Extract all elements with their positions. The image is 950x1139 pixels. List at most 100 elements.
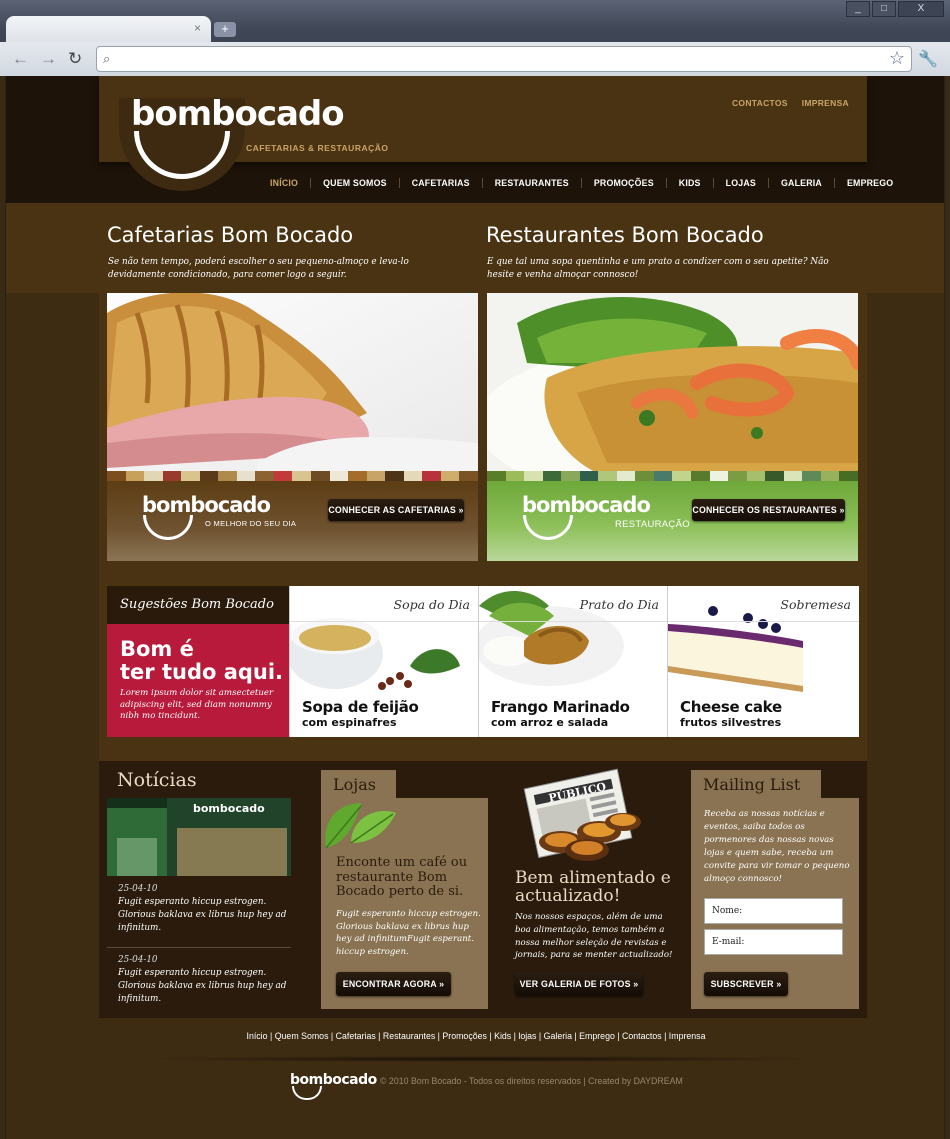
bookmark-star-icon[interactable]: ☆ xyxy=(889,48,905,69)
minimize-button[interactable]: _ xyxy=(846,1,870,17)
divider xyxy=(479,621,667,622)
news-item[interactable]: 25-04-10 Fugit esperanto hiccup estrogen… xyxy=(118,954,288,1006)
dish-name: Cheese cake xyxy=(680,698,782,716)
subscrever-button[interactable]: SUBSCREVER » xyxy=(704,972,788,996)
shrimp-rice-photo xyxy=(487,293,858,473)
dish-name: Sopa de feijão xyxy=(302,698,419,716)
cafetarias-text: Se não tem tempo, poderá escolher o seu … xyxy=(108,257,409,280)
news-title: Notícias xyxy=(117,769,197,791)
color-stripes xyxy=(107,471,478,481)
cafetarias-title: Cafetarias Bom Bocado xyxy=(107,223,354,247)
suggestions-strip: Sugestões Bom Bocado Bom é ter tudo aqui… xyxy=(107,586,859,737)
dish-card-sopa[interactable]: Sopa do Dia Sopa de feijão com espinafre… xyxy=(289,586,478,737)
news-text: Fugit esperanto hiccup estrogen. Gloriou… xyxy=(118,968,287,1004)
color-stripes xyxy=(487,471,858,481)
lojas-tab: Lojas xyxy=(321,770,396,800)
news-text: Fugit esperanto hiccup estrogen. Gloriou… xyxy=(118,897,287,933)
link-contactos[interactable]: CONTACTOS xyxy=(732,98,788,108)
news-photo[interactable]: bombocado xyxy=(107,798,291,876)
nav-inicio[interactable]: INÍCIO xyxy=(258,178,312,188)
conhecer-cafetarias-button[interactable]: CONHECER AS CAFETARIAS » xyxy=(328,499,464,521)
dish-category: Sobremesa xyxy=(780,597,851,612)
restaurantes-subtitle: RESTAURAÇÃO xyxy=(615,519,690,530)
encontrar-agora-button[interactable]: ENCONTRAR AGORA » xyxy=(336,972,451,996)
ver-galeria-button[interactable]: VER GALERIA DE FOTOS » xyxy=(515,972,643,996)
slogan: Bom é ter tudo aqui. xyxy=(120,638,283,684)
search-icon: ⌕ xyxy=(103,51,111,66)
cafetarias-promo: bombocado O MELHOR DO SEU DIA CONHECER A… xyxy=(107,293,478,561)
lojas-card: Enconte um café ou restaurante Bom Bocad… xyxy=(321,798,488,1009)
nav-lojas[interactable]: LOJAS xyxy=(714,178,769,188)
close-tab-icon[interactable]: × xyxy=(194,21,201,35)
browser-toolbar: ← → ↻ ⌕ ☆ 🔧 xyxy=(0,42,950,76)
intro-band: Cafetarias Bom Bocado Se não tem tempo, … xyxy=(6,203,944,293)
bottom-section: Notícias bombocado 25-04-10 Fugit espera… xyxy=(99,761,867,1018)
store-sign: bombocado xyxy=(193,802,265,815)
maximize-button[interactable]: □ xyxy=(872,1,896,17)
address-bar[interactable]: ⌕ ☆ xyxy=(96,46,912,72)
news-item[interactable]: 25-04-10 Fugit esperanto hiccup estrogen… xyxy=(118,883,288,935)
conhecer-restaurantes-button[interactable]: CONHECER OS RESTAURANTES » xyxy=(692,499,845,521)
back-icon[interactable]: ← xyxy=(12,49,29,69)
nav-restaurantes[interactable]: RESTAURANTES xyxy=(483,178,582,188)
croissant-photo xyxy=(107,293,478,473)
restaurantes-title: Restaurantes Bom Bocado xyxy=(486,223,764,247)
newspaper-pastries-icon: PÚBLICO xyxy=(523,768,641,861)
mailing-tab: Mailing List xyxy=(691,770,821,800)
link-imprensa[interactable]: IMPRENSA xyxy=(802,98,849,108)
news-date: 25-04-10 xyxy=(118,955,158,965)
news-date: 25-04-10 xyxy=(118,884,158,894)
forward-icon[interactable]: → xyxy=(40,49,57,69)
dish-subtitle: com arroz e salada xyxy=(491,716,609,729)
reload-icon[interactable]: ↻ xyxy=(68,49,82,69)
suggestions-heading: Sugestões Bom Bocado xyxy=(120,597,274,612)
dish-category: Sopa do Dia xyxy=(393,597,471,612)
footer-smile-icon xyxy=(292,1086,322,1100)
lojas-heading: Enconte um café ou restaurante Bom Bocad… xyxy=(336,855,468,899)
new-tab-button[interactable]: + xyxy=(214,22,236,37)
cafetarias-subtitle: O MELHOR DO SEU DIA xyxy=(205,519,297,528)
slogan-line-2: ter tudo aqui. xyxy=(120,660,284,684)
dish-card-prato[interactable]: Prato do Dia Frango Marinado com arroz e… xyxy=(478,586,667,737)
mailing-card: Receba as nossas notícias e eventos, sai… xyxy=(691,798,859,1009)
close-window-button[interactable]: X xyxy=(898,1,944,17)
email-field[interactable] xyxy=(704,929,843,955)
dish-category: Prato do Dia xyxy=(579,597,659,612)
cheesecake-photo xyxy=(668,606,803,692)
restaurantes-logo: bombocado xyxy=(522,493,651,517)
footer-nav[interactable]: Início | Quem Somos | Cafetarias | Resta… xyxy=(6,1031,944,1041)
dish-subtitle: frutos silvestres xyxy=(680,716,782,729)
dish-card-sobremesa[interactable]: Sobremesa Cheese cake frutos silvestres xyxy=(667,586,859,737)
magazine-heading: Bem alimentado e actualizado! xyxy=(515,868,671,906)
nav-galeria[interactable]: GALERIA xyxy=(769,178,835,188)
copyright: © 2010 Bom Bocado - Todos os direitos re… xyxy=(380,1076,683,1086)
window-controls: _ □ X xyxy=(846,1,944,17)
divider xyxy=(668,621,859,622)
restaurantes-promo: bombocado RESTAURAÇÃO CONHECER OS RESTAU… xyxy=(487,293,858,561)
dish-subtitle: com espinafres xyxy=(302,716,397,729)
cafetarias-logo: bombocado xyxy=(142,493,271,517)
site-tagline: CAFETARIAS & RESTAURAÇÃO xyxy=(246,143,389,153)
nav-kids[interactable]: KIDS xyxy=(667,178,714,188)
restaurantes-text: E que tal uma sopa quentinha e um prato … xyxy=(487,257,829,280)
magazine-text: Nos nossos espaços, além de uma boa alim… xyxy=(515,912,673,961)
slogan-text: Lorem ipsum dolor sit amsectetuer adipis… xyxy=(120,688,274,721)
nav-quem-somos[interactable]: QUEM SOMOS xyxy=(311,178,400,188)
dish-name: Frango Marinado xyxy=(491,698,630,716)
top-links: CONTACTOS IMPRENSA xyxy=(732,98,849,108)
suggestions-header: Sugestões Bom Bocado xyxy=(107,586,289,624)
footer-shadow xyxy=(136,1056,826,1062)
wrench-icon[interactable]: 🔧 xyxy=(918,49,938,69)
web-page: bombocado CAFETARIAS & RESTAURAÇÃO CONTA… xyxy=(5,76,945,1139)
slogan-panel: Bom é ter tudo aqui. Lorem ipsum dolor s… xyxy=(107,624,289,737)
lojas-text: Fugit esperanto hiccup estrogen. Gloriou… xyxy=(336,909,481,957)
slogan-line-1: Bom é xyxy=(120,637,194,661)
main-nav: INÍCIO QUEM SOMOS CAFETARIAS RESTAURANTE… xyxy=(258,178,905,188)
nav-promocoes[interactable]: PROMOÇÕES xyxy=(582,178,667,188)
browser-chrome: × + _ □ X ← → ↻ ⌕ ☆ 🔧 xyxy=(0,0,950,76)
nav-cafetarias[interactable]: CAFETARIAS xyxy=(400,178,483,188)
name-field[interactable] xyxy=(704,898,843,924)
site-logo[interactable]: bombocado xyxy=(131,94,345,134)
browser-tab[interactable]: × xyxy=(6,16,211,42)
nav-emprego[interactable]: EMPREGO xyxy=(835,178,905,188)
